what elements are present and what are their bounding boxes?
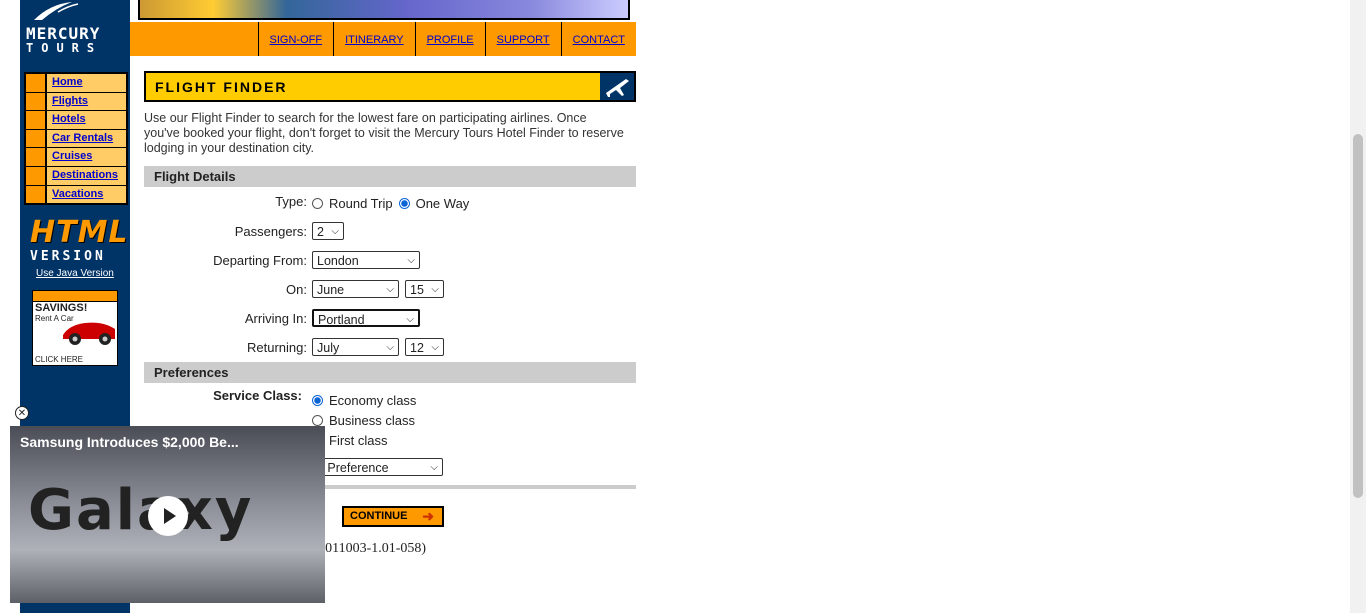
- sidebar-item-vacations: Vacations: [26, 185, 126, 204]
- sidebar-nav: Home Flights Hotels Car Rentals Cruises …: [24, 72, 128, 206]
- airline-value: o Preference: [317, 461, 389, 475]
- arriving-in-label: Arriving In:: [244, 311, 307, 326]
- depart-day-value: 15: [410, 283, 424, 297]
- chevron-down-icon: ⌵: [407, 255, 415, 266]
- chevron-down-icon: ⌵: [406, 314, 414, 325]
- nav-sign-off-link[interactable]: SIGN-OFF: [257, 22, 334, 56]
- nav-itinerary-link[interactable]: ITINERARY: [333, 22, 414, 56]
- logo-line1: MERCURY: [26, 24, 101, 43]
- video-title: Samsung Introduces $2,000 Be...: [20, 434, 239, 450]
- video-overlay-text: Galaxy: [28, 478, 254, 543]
- sidebar-item-home: Home: [26, 74, 126, 93]
- revision-text: v. 011003-1.01-058): [312, 541, 427, 556]
- sidebar-link-car-rentals[interactable]: Car Rentals: [47, 130, 113, 148]
- close-video-icon[interactable]: ✕: [15, 406, 29, 420]
- return-day-value: 12: [410, 341, 424, 355]
- on-label: On:: [286, 282, 307, 297]
- logo-swoosh-icon: [34, 2, 79, 20]
- type-label: Type:: [275, 194, 307, 209]
- passengers-value: 2: [317, 225, 324, 239]
- preferences-title: Preferences: [154, 365, 229, 380]
- sidebar-item-destinations: Destinations: [26, 166, 126, 186]
- return-day-select[interactable]: 12 ⌵: [405, 338, 444, 356]
- first-class-label: First class: [329, 433, 388, 448]
- top-banner-image: [138, 0, 630, 20]
- business-class-radio[interactable]: [312, 415, 323, 426]
- sidebar-link-flights[interactable]: Flights: [47, 93, 88, 111]
- sidebar-link-destinations[interactable]: Destinations: [47, 167, 118, 185]
- arrow-right-icon: ➜: [422, 508, 434, 524]
- flight-details-title: Flight Details: [154, 169, 236, 184]
- departing-from-select[interactable]: London ⌵: [312, 251, 420, 269]
- chevron-down-icon: ⌵: [331, 226, 339, 237]
- one-way-radio[interactable]: [398, 198, 410, 209]
- airplane-icon: [600, 73, 634, 100]
- sidebar-item-hotels: Hotels: [26, 111, 126, 130]
- sidebar-item-flights: Flights: [26, 92, 126, 112]
- return-month-value: July: [317, 341, 340, 355]
- page-scrollbar[interactable]: [1350, 0, 1366, 613]
- car-icon: [63, 322, 115, 345]
- service-class-label: Service Class:: [213, 388, 302, 403]
- round-trip-label: Round Trip: [329, 196, 393, 211]
- round-trip-radio[interactable]: [312, 198, 323, 209]
- passengers-label: Passengers:: [234, 224, 307, 239]
- top-nav-bar: SIGN-OFF ITINERARY PROFILE SUPPORT CONTA…: [130, 22, 636, 56]
- mercury-tours-logo[interactable]: MERCURY TOURS: [20, 0, 130, 64]
- use-java-version-link[interactable]: Use Java Version: [36, 268, 114, 279]
- continue-button[interactable]: CONTINUE ➜: [342, 506, 444, 527]
- chevron-down-icon: ⌵: [386, 284, 394, 295]
- logo-text: MERCURY TOURS: [26, 26, 102, 56]
- logo-line2: TOURS: [26, 41, 103, 55]
- sidebar-link-home[interactable]: Home: [47, 74, 83, 92]
- chevron-down-icon: ⌵: [431, 284, 439, 295]
- chevron-down-icon: ⌵: [430, 462, 438, 473]
- html-version-badge: HTML VERSION: [30, 215, 129, 264]
- chevron-down-icon: ⌵: [431, 342, 439, 353]
- nav-support-link[interactable]: SUPPORT: [484, 22, 561, 56]
- ad-cta: CLICK HERE: [35, 355, 84, 364]
- scrollbar-thumb[interactable]: [1353, 134, 1363, 498]
- flight-details-section-header: Flight Details: [144, 166, 636, 187]
- airline-select[interactable]: o Preference ⌵: [312, 458, 443, 476]
- sidebar-item-car-rentals: Car Rentals: [26, 129, 126, 149]
- continue-label: CONTINUE: [350, 510, 408, 522]
- sidebar-item-cruises: Cruises: [26, 148, 126, 167]
- trip-type-group: Round Trip One Way: [312, 196, 469, 211]
- economy-class-label: Economy class: [329, 393, 417, 408]
- play-icon[interactable]: [148, 496, 188, 536]
- arriving-in-select[interactable]: Portland ⌵: [312, 309, 420, 327]
- sidebar-link-hotels[interactable]: Hotels: [47, 111, 86, 129]
- chevron-down-icon: ⌵: [386, 342, 394, 353]
- service-class-business: Business class: [312, 413, 415, 428]
- economy-class-radio[interactable]: [312, 395, 323, 406]
- one-way-label: One Way: [415, 196, 470, 211]
- depart-month-select[interactable]: June ⌵: [312, 280, 399, 298]
- intro-text: Use our Flight Finder to search for the …: [144, 111, 624, 155]
- return-month-select[interactable]: July ⌵: [312, 338, 399, 356]
- arriving-value: Portland: [318, 313, 365, 327]
- depart-day-select[interactable]: 15 ⌵: [405, 280, 444, 298]
- departing-from-label: Departing From:: [213, 253, 307, 268]
- preferences-section-header: Preferences: [144, 362, 636, 383]
- html-version-subtitle: VERSION: [30, 249, 106, 264]
- passengers-select[interactable]: 2 ⌵: [312, 222, 344, 240]
- page-title: FLIGHT FINDER: [155, 79, 288, 95]
- ad-headline: SAVINGS!: [35, 302, 88, 314]
- depart-month-value: June: [317, 283, 345, 297]
- sidebar-link-vacations[interactable]: Vacations: [47, 186, 103, 204]
- departing-value: London: [317, 254, 359, 268]
- sidebar-link-cruises[interactable]: Cruises: [47, 148, 92, 166]
- html-version-title: HTML: [30, 215, 129, 250]
- service-class-economy: Economy class: [312, 393, 416, 408]
- video-player[interactable]: Galaxy Samsung Introduces $2,000 Be...: [10, 426, 325, 603]
- flight-finder-header: FLIGHT FINDER: [144, 71, 636, 102]
- returning-label: Returning:: [247, 340, 307, 355]
- business-class-label: Business class: [329, 413, 415, 428]
- nav-profile-link[interactable]: PROFILE: [414, 22, 485, 56]
- car-rental-ad[interactable]: SAVINGS! Rent A Car CLICK HERE: [32, 290, 118, 366]
- nav-contact-link[interactable]: CONTACT: [560, 22, 636, 56]
